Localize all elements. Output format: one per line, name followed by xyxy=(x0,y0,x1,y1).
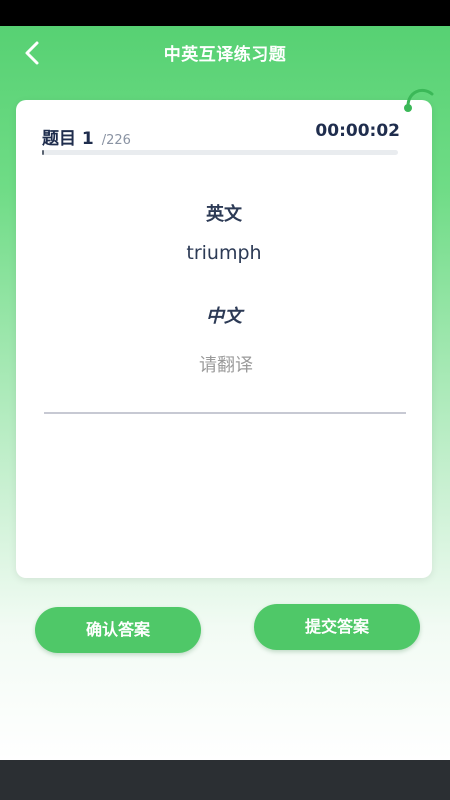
timer: 00:00:02 xyxy=(315,121,400,141)
question-card: 题目 1 /226 00:00:02 英文 triumph 中文 xyxy=(16,89,434,578)
question-total: /226 xyxy=(101,133,131,148)
progress-fill xyxy=(42,150,44,155)
english-label: 英文 xyxy=(206,204,242,225)
question-counter: 题目 1 /226 xyxy=(42,124,131,149)
page-title: 中英互译练习题 xyxy=(163,45,287,65)
chinese-label: 中文 xyxy=(206,306,242,327)
progress-bar xyxy=(42,150,398,155)
header: 中英互译练习题 xyxy=(0,26,450,80)
answer-input[interactable] xyxy=(44,346,408,384)
status-bar xyxy=(0,0,450,26)
english-word: triumph xyxy=(186,242,262,264)
confirm-answer-button[interactable]: 确认答案 xyxy=(35,607,201,653)
decoration-icon xyxy=(404,89,434,112)
submit-answer-button[interactable]: 提交答案 xyxy=(254,604,420,650)
input-underline xyxy=(44,412,406,414)
navigation-bar xyxy=(0,760,450,800)
question-label: 题目 xyxy=(42,129,76,149)
question-number: 1 xyxy=(81,129,94,149)
